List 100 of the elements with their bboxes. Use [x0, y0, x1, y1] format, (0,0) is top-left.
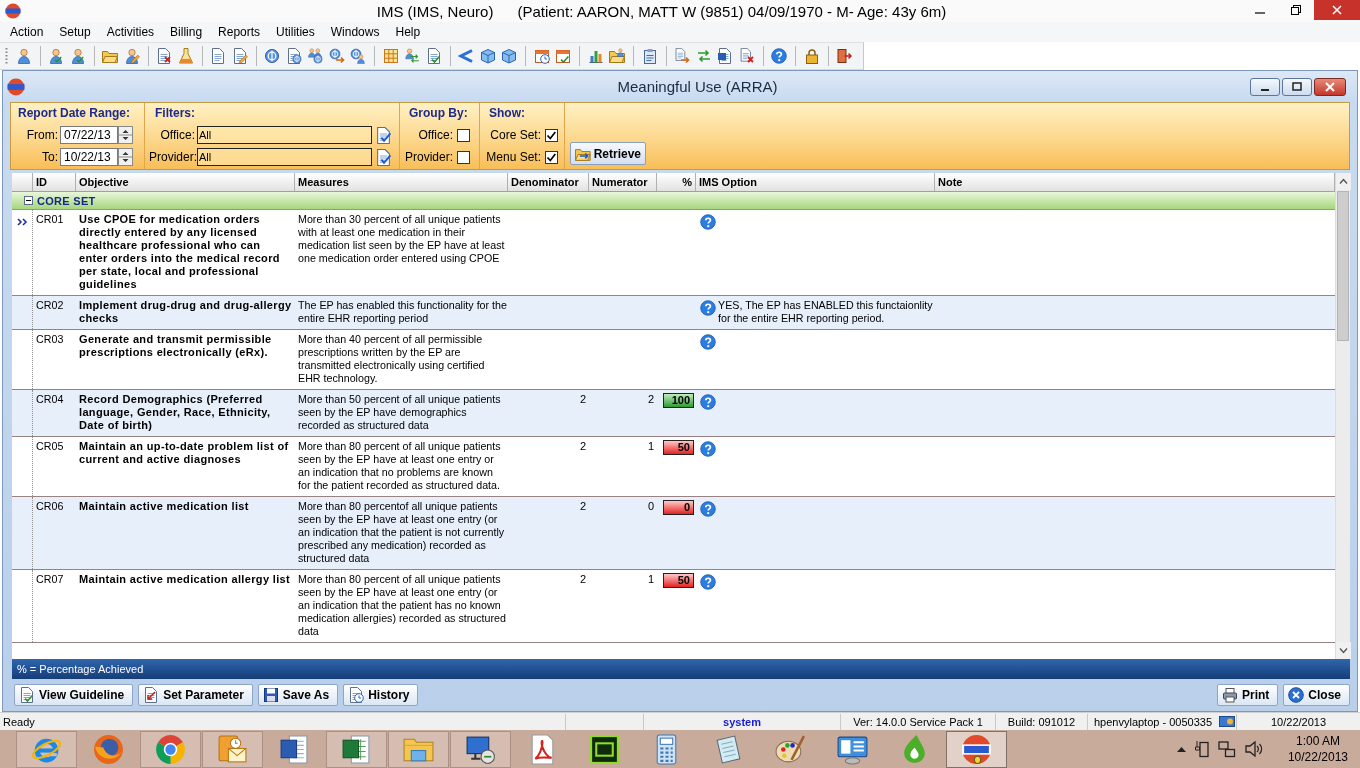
bar-chart-icon[interactable] [587, 48, 604, 64]
cube-icon[interactable] [479, 48, 496, 64]
column-header[interactable]: Objective [76, 173, 295, 191]
calendar-clock-icon[interactable] [533, 48, 550, 64]
coin-person-icon[interactable] [350, 48, 367, 64]
spin-button[interactable] [118, 126, 133, 144]
filter-field[interactable]: All [197, 148, 372, 166]
folder-person-icon[interactable] [609, 48, 626, 64]
filter-field[interactable]: All [197, 126, 372, 144]
column-header[interactable]: ID [33, 173, 76, 191]
document-band-icon[interactable] [717, 48, 734, 64]
column-header[interactable]: Measures [295, 173, 508, 191]
people-coin-icon[interactable] [307, 48, 324, 64]
menu-item[interactable]: Activities [98, 23, 163, 41]
document-check-icon[interactable] [375, 148, 392, 166]
taskbar-button[interactable] [450, 730, 511, 768]
clock-date[interactable]: 10/22/2013 [1287, 749, 1348, 765]
checkbox[interactable] [545, 150, 558, 164]
document-check-button[interactable]: View Guideline [14, 684, 134, 706]
close-button[interactable] [1314, 77, 1346, 96]
network-icon[interactable] [1217, 740, 1236, 758]
scroll-down-icon[interactable] [1336, 642, 1351, 659]
menu-item[interactable]: Help [387, 23, 429, 41]
coin-arrow-icon[interactable] [328, 48, 345, 64]
document-tile-icon [278, 732, 311, 766]
date-field[interactable]: 10/22/13 [60, 148, 118, 166]
person-check-icon[interactable] [48, 48, 65, 64]
person-check-icon[interactable] [69, 48, 86, 64]
floppy-disk-button[interactable]: Save As [257, 684, 339, 706]
document-clock-button[interactable]: History [343, 684, 419, 706]
calendar-check-icon[interactable] [555, 48, 572, 64]
document-cross-icon[interactable] [738, 48, 755, 64]
restore-button[interactable] [1282, 77, 1312, 96]
logo-icon [7, 77, 25, 96]
help-icon[interactable] [700, 501, 716, 517]
document-check-icon[interactable] [425, 48, 442, 64]
table-cell-text: Implement drug-drug and drug-allergy checks [78, 298, 293, 326]
column-header[interactable]: % [657, 173, 696, 191]
menu-item[interactable]: Billing [162, 23, 211, 41]
door-arrow-icon[interactable] [836, 48, 853, 64]
arrows-icon[interactable] [695, 48, 712, 64]
table-cell-text: CR02 [35, 298, 65, 313]
help-icon[interactable] [700, 394, 716, 410]
lock-icon[interactable] [803, 48, 820, 64]
document-check-icon[interactable] [375, 126, 392, 144]
close-icon [1325, 81, 1335, 92]
column-header[interactable]: IMS Option [696, 173, 935, 191]
flask-icon[interactable] [177, 48, 194, 64]
minimize-button[interactable] [1250, 77, 1280, 96]
close-button[interactable]: Close [1283, 684, 1350, 706]
document-icon[interactable] [210, 48, 227, 64]
checkbox[interactable] [457, 150, 470, 164]
help-icon[interactable] [700, 334, 716, 350]
scrollbar[interactable] [1335, 173, 1350, 659]
clock-time[interactable]: 1:00 AM [1295, 733, 1340, 749]
document-coin-icon[interactable] [285, 48, 302, 64]
person-arrows-icon[interactable] [404, 48, 421, 64]
help-icon[interactable] [700, 574, 716, 590]
clipboard-icon[interactable] [641, 48, 658, 64]
percent-badge: 100 [663, 393, 694, 408]
folder-icon[interactable] [102, 48, 119, 64]
menu-item[interactable]: Action [2, 23, 52, 41]
document-arrow-icon[interactable] [674, 48, 691, 64]
help-icon[interactable] [700, 441, 716, 457]
taskbar-button[interactable] [326, 730, 387, 768]
scrollbar-thumb[interactable] [1337, 191, 1349, 341]
retrieve-button[interactable]: Retrieve [570, 142, 646, 165]
printer-button[interactable]: Print [1216, 684, 1279, 706]
column-header[interactable]: Denominator [508, 173, 589, 191]
speaker-icon[interactable] [1244, 741, 1263, 757]
spin-button[interactable] [118, 148, 133, 166]
help-icon[interactable] [700, 300, 716, 316]
scroll-up-icon[interactable] [1336, 173, 1351, 190]
chevron-icon[interactable] [458, 48, 475, 64]
restore-icon[interactable] [1291, 5, 1301, 15]
patient-info: (Patient: AARON, MATT W (9851) 04/09/1970 - M- Age: 43y 6m) [517, 2, 947, 20]
checkbox[interactable] [457, 128, 470, 142]
menu-item[interactable]: Utilities [268, 23, 323, 41]
checkbox[interactable] [545, 128, 558, 142]
cube-icon[interactable] [501, 48, 518, 64]
table-cell-text: Record Demographics (Preferred language, Gender, Race, Ethnicity, Date of birth) [78, 392, 272, 433]
grid-icon[interactable] [382, 48, 399, 64]
coin-icon[interactable] [264, 48, 281, 64]
document-cross-icon[interactable] [156, 48, 173, 64]
menu-item[interactable]: Reports [210, 23, 269, 41]
person-pencil-icon[interactable] [123, 48, 140, 64]
date-field[interactable]: 07/22/13 [60, 126, 118, 144]
document-pencil-icon[interactable] [231, 48, 248, 64]
menu-item[interactable]: Windows [322, 23, 388, 41]
help-icon[interactable] [700, 214, 716, 230]
column-header[interactable]: Numerator [589, 173, 657, 191]
collapse-icon[interactable] [24, 196, 33, 205]
help-icon[interactable] [771, 48, 788, 64]
menu-item[interactable]: Setup [51, 23, 99, 41]
document-arrow-button[interactable]: Set Parameter [138, 684, 253, 706]
person-icon[interactable] [15, 48, 32, 64]
caret-up-icon[interactable] [1176, 746, 1186, 752]
taskbar-button[interactable] [946, 730, 1007, 768]
grip-handle[interactable] [5, 47, 8, 65]
battery-icon[interactable] [1194, 740, 1209, 758]
